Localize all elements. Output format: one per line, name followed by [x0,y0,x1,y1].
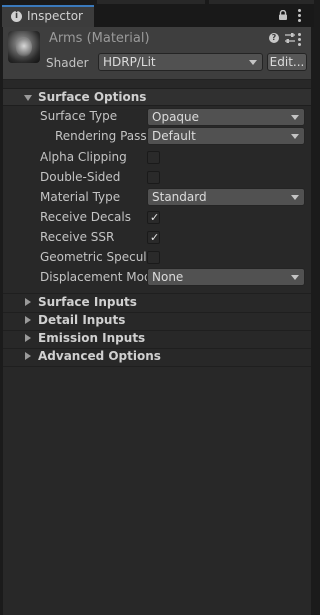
foldout-advanced-options[interactable]: Advanced Options [3,348,311,366]
shader-dropdown-value: HDRP/Lit [103,55,156,69]
alpha-clipping-checkbox[interactable] [147,151,160,164]
lock-icon[interactable] [278,10,288,20]
inactive-tab-edge [209,0,314,4]
material-type-dropdown[interactable]: Standard [147,188,305,206]
help-icon[interactable]: ? [269,33,279,43]
property-label: Alpha Clipping [40,150,127,164]
material-header: Arms (Material) ? Shader HDRP/Lit Edit..… [3,27,311,80]
property-label: Displacement Mod [40,270,147,284]
tab-inspector-label: Inspector [27,9,83,23]
receive-decals-checkbox[interactable]: ✓ [147,211,160,224]
editor-tab-strip: i Inspector [0,0,314,27]
surface-type-dropdown[interactable]: Opaque [147,108,305,126]
receive-ssr-checkbox[interactable]: ✓ [147,231,160,244]
property-label: Rendering Pass [55,129,147,143]
displacement-mode-dropdown[interactable]: None [147,268,305,286]
component-menu-icon[interactable] [298,33,301,46]
property-label: Double-Sided [40,170,121,184]
material-preview-thumbnail [8,31,40,63]
collapse-arrow-icon [25,298,31,306]
foldout-detail-inputs[interactable]: Detail Inputs [3,312,311,330]
dropdown-value: Opaque [152,110,200,124]
dropdown-value: Default [152,129,196,143]
dropdown-value: None [152,270,184,284]
property-label: Surface Type [40,109,118,123]
foldout-title: Detail Inputs [38,313,126,327]
chevron-down-icon [291,275,299,280]
property-row-material-type: Material Type Standard [3,188,311,208]
foldout-surface-options[interactable]: Surface Options [3,88,311,106]
property-row-receive-decals: Receive Decals ✓ [3,208,311,228]
property-row-geometric-specular: Geometric Specula [3,248,311,268]
collapse-arrow-icon [25,334,31,342]
tab-inspector[interactable]: i Inspector [2,5,94,27]
property-row-alpha-clipping: Alpha Clipping [3,148,311,168]
property-label: Material Type [40,190,121,204]
inactive-tab-edge [97,0,205,4]
property-row-surface-type: Surface Type Opaque [3,107,311,127]
chevron-down-icon [249,60,257,65]
dropdown-value: Standard [152,190,207,204]
property-label: Geometric Specula [40,250,147,264]
property-row-displacement-mode: Displacement Mod None [3,268,311,288]
property-label: Receive SSR [40,230,115,244]
foldout-title: Surface Inputs [38,295,137,309]
foldout-surface-inputs[interactable]: Surface Inputs [3,294,311,312]
double-sided-checkbox[interactable] [147,171,160,184]
shader-label: Shader [46,56,89,70]
rendering-pass-dropdown[interactable]: Default [147,127,305,145]
kebab-menu-icon[interactable] [298,9,301,22]
chevron-down-icon [291,115,299,120]
foldout-title: Advanced Options [38,349,161,363]
expand-arrow-icon [24,95,32,101]
chevron-down-icon [291,195,299,200]
collapse-arrow-icon [25,352,31,360]
collapse-arrow-icon [25,316,31,324]
foldout-title: Emission Inputs [38,331,146,345]
property-row-receive-ssr: Receive SSR ✓ [3,228,311,248]
property-row-double-sided: Double-Sided [3,168,311,188]
chevron-down-icon [291,134,299,139]
foldout-title: Surface Options [38,90,147,104]
shader-dropdown[interactable]: HDRP/Lit [98,53,263,71]
property-label: Receive Decals [40,210,131,224]
edit-shader-button[interactable]: Edit... [267,53,307,71]
presets-sliders-icon[interactable] [284,32,296,44]
foldout-emission-inputs[interactable]: Emission Inputs [3,330,311,348]
material-name: Arms (Material) [49,31,150,46]
inspector-panel: Arms (Material) ? Shader HDRP/Lit Edit..… [3,27,311,615]
geometric-specular-checkbox[interactable] [147,251,160,264]
checkmark-icon: ✓ [150,231,160,244]
checkmark-icon: ✓ [150,211,160,224]
separator [3,366,311,367]
property-row-rendering-pass: Rendering Pass Default [3,127,311,147]
info-icon: i [11,11,22,22]
